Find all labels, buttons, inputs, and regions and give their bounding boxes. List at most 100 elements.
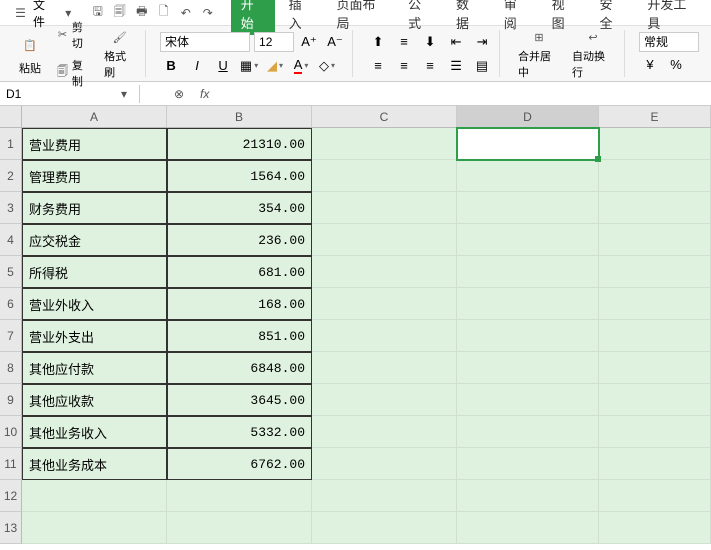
cell-A10[interactable]: 其他业务收入 — [22, 416, 167, 448]
undo-icon[interactable]: ↶ — [177, 4, 195, 22]
cell-A3[interactable]: 财务费用 — [22, 192, 167, 224]
cell-B1[interactable]: 21310.00 — [167, 128, 312, 160]
indent-decrease-button[interactable]: ⇤ — [445, 31, 467, 53]
cell-B4[interactable]: 236.00 — [167, 224, 312, 256]
cell-grid[interactable]: 营业费用21310.00管理费用1564.00财务费用354.00应交税金236… — [22, 128, 711, 544]
cell-D10[interactable] — [457, 416, 599, 448]
cell-D13[interactable] — [457, 512, 599, 544]
align-middle-button[interactable]: ≡ — [393, 31, 415, 53]
cell-C9[interactable] — [312, 384, 457, 416]
cell-A7[interactable]: 营业外支出 — [22, 320, 167, 352]
format-painter-button[interactable]: 🖌 格式刷 — [100, 26, 139, 82]
cell-C3[interactable] — [312, 192, 457, 224]
underline-button[interactable]: U — [212, 55, 234, 77]
cell-A4[interactable]: 应交税金 — [22, 224, 167, 256]
cell-C7[interactable] — [312, 320, 457, 352]
decrease-font-button[interactable]: A⁻ — [324, 31, 346, 53]
cell-B3[interactable]: 354.00 — [167, 192, 312, 224]
cell-B10[interactable]: 5332.00 — [167, 416, 312, 448]
fx-icon[interactable]: fx — [200, 87, 209, 101]
redo-icon[interactable]: ↷ — [199, 4, 217, 22]
currency-button[interactable]: ¥ — [639, 54, 661, 76]
cell-E5[interactable] — [599, 256, 711, 288]
row-header-10[interactable]: 10 — [0, 416, 22, 448]
cell-A5[interactable]: 所得税 — [22, 256, 167, 288]
row-header-6[interactable]: 6 — [0, 288, 22, 320]
cell-B7[interactable]: 851.00 — [167, 320, 312, 352]
cell-B11[interactable]: 6762.00 — [167, 448, 312, 480]
cell-E6[interactable] — [599, 288, 711, 320]
cell-C10[interactable] — [312, 416, 457, 448]
cell-B12[interactable] — [167, 480, 312, 512]
cell-C4[interactable] — [312, 224, 457, 256]
cell-E9[interactable] — [599, 384, 711, 416]
cell-D7[interactable] — [457, 320, 599, 352]
row-header-13[interactable]: 13 — [0, 512, 22, 544]
cell-A9[interactable]: 其他应收款 — [22, 384, 167, 416]
row-header-8[interactable]: 8 — [0, 352, 22, 384]
cell-E2[interactable] — [599, 160, 711, 192]
cell-A8[interactable]: 其他应付款 — [22, 352, 167, 384]
cell-D4[interactable] — [457, 224, 599, 256]
align-bottom-button[interactable]: ⬇ — [419, 31, 441, 53]
col-header-E[interactable]: E — [599, 106, 711, 128]
font-size-select[interactable] — [254, 32, 294, 52]
cell-D3[interactable] — [457, 192, 599, 224]
col-header-D[interactable]: D — [457, 106, 599, 128]
cell-E11[interactable] — [599, 448, 711, 480]
indent-increase-button[interactable]: ⇥ — [471, 31, 493, 53]
cell-D5[interactable] — [457, 256, 599, 288]
cell-D12[interactable] — [457, 480, 599, 512]
cell-D11[interactable] — [457, 448, 599, 480]
justify-button[interactable]: ☰ — [445, 55, 467, 77]
cell-E13[interactable] — [599, 512, 711, 544]
row-header-5[interactable]: 5 — [0, 256, 22, 288]
cell-C12[interactable] — [312, 480, 457, 512]
cell-D1[interactable] — [457, 128, 599, 160]
cell-A12[interactable] — [22, 480, 167, 512]
align-center-button[interactable]: ≡ — [393, 55, 415, 77]
distribute-button[interactable]: ▤ — [471, 55, 493, 77]
merge-center-button[interactable]: ⊞ 合并居中 — [514, 26, 564, 82]
cell-B5[interactable]: 681.00 — [167, 256, 312, 288]
cell-D6[interactable] — [457, 288, 599, 320]
percent-button[interactable]: % — [665, 54, 687, 76]
cell-C5[interactable] — [312, 256, 457, 288]
cell-A6[interactable]: 营业外收入 — [22, 288, 167, 320]
cell-style-button[interactable]: ◇ — [316, 55, 338, 77]
cell-B9[interactable]: 3645.00 — [167, 384, 312, 416]
cell-C6[interactable] — [312, 288, 457, 320]
select-all-corner[interactable] — [0, 106, 22, 128]
cell-B8[interactable]: 6848.00 — [167, 352, 312, 384]
cell-A13[interactable] — [22, 512, 167, 544]
cell-A11[interactable]: 其他业务成本 — [22, 448, 167, 480]
cell-C2[interactable] — [312, 160, 457, 192]
row-header-12[interactable]: 12 — [0, 480, 22, 512]
cell-D9[interactable] — [457, 384, 599, 416]
name-box-input[interactable] — [6, 87, 86, 101]
cell-E1[interactable] — [599, 128, 711, 160]
cell-A1[interactable]: 营业费用 — [22, 128, 167, 160]
italic-button[interactable]: I — [186, 55, 208, 77]
cell-C8[interactable] — [312, 352, 457, 384]
cell-B6[interactable]: 168.00 — [167, 288, 312, 320]
cell-E4[interactable] — [599, 224, 711, 256]
font-name-select[interactable] — [160, 32, 250, 52]
row-header-11[interactable]: 11 — [0, 448, 22, 480]
font-color-button[interactable]: A — [290, 55, 312, 77]
cell-A2[interactable]: 管理费用 — [22, 160, 167, 192]
row-header-3[interactable]: 3 — [0, 192, 22, 224]
name-box[interactable]: ▾ — [0, 85, 140, 103]
paste-button[interactable]: 📋 粘贴 — [12, 30, 48, 78]
border-button[interactable]: ▦ — [238, 55, 260, 77]
bold-button[interactable]: B — [160, 55, 182, 77]
col-header-A[interactable]: A — [22, 106, 167, 128]
col-header-B[interactable]: B — [167, 106, 312, 128]
row-header-1[interactable]: 1 — [0, 128, 22, 160]
cell-E7[interactable] — [599, 320, 711, 352]
cell-E10[interactable] — [599, 416, 711, 448]
cell-B13[interactable] — [167, 512, 312, 544]
align-top-button[interactable]: ⬆ — [367, 31, 389, 53]
cell-E3[interactable] — [599, 192, 711, 224]
cell-C1[interactable] — [312, 128, 457, 160]
